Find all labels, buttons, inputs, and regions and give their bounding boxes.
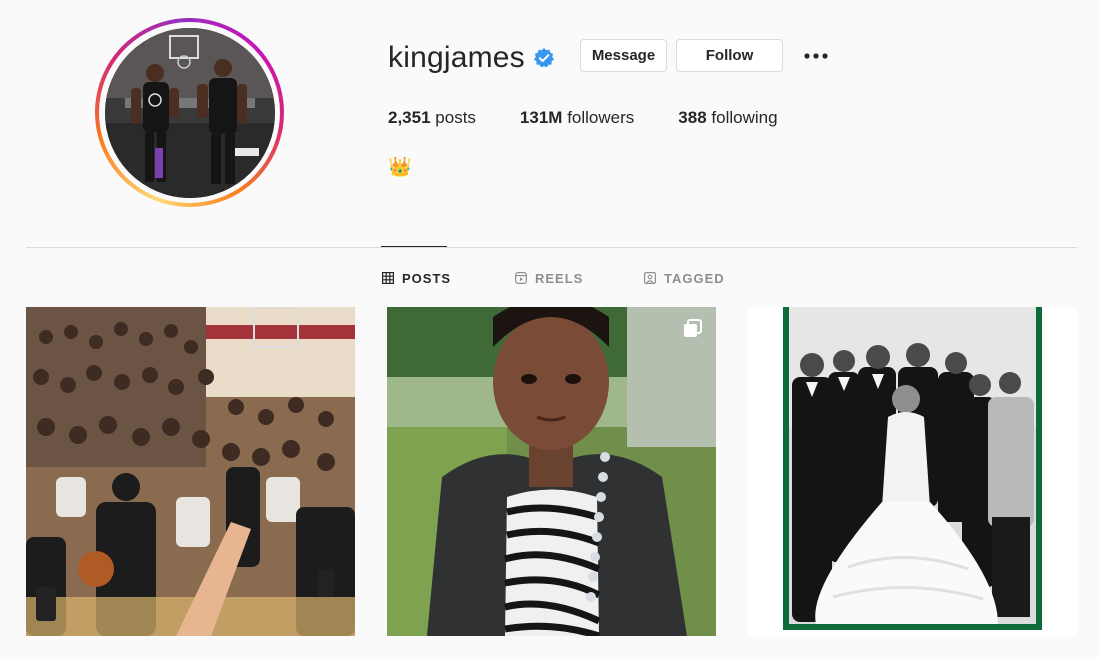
followers-stat[interactable]: 131M followers — [520, 108, 634, 128]
tab-reels[interactable]: REELS — [515, 270, 583, 286]
username: kingjames — [388, 41, 525, 74]
more-options-icon[interactable] — [800, 44, 832, 68]
tabs-divider — [26, 247, 1077, 248]
posts-count: 2,351 — [388, 108, 431, 127]
reels-icon — [515, 272, 527, 284]
crowd-court-photo — [26, 307, 355, 636]
story-ring[interactable] — [95, 18, 284, 207]
profile-stats: 2,351 posts 131M followers 388 following — [388, 108, 822, 128]
username-row: kingjames — [388, 38, 555, 78]
avatar-photo — [104, 27, 275, 198]
following-stat[interactable]: 388 following — [678, 108, 777, 128]
grid-icon — [382, 272, 394, 284]
post-tile[interactable] — [26, 307, 355, 636]
child-portrait-photo — [387, 307, 716, 636]
follow-button[interactable]: Follow — [676, 39, 783, 72]
profile-page: kingjames Message Follow 2,351 posts 131… — [0, 0, 1100, 657]
posts-stat: 2,351 posts — [388, 108, 476, 128]
verified-badge-icon — [533, 47, 555, 69]
post-tile[interactable] — [748, 307, 1077, 636]
tab-posts-label: POSTS — [402, 270, 452, 286]
following-count: 388 — [678, 108, 707, 127]
posts-label: posts — [435, 108, 476, 127]
active-tab-indicator — [381, 246, 447, 247]
avatar[interactable] — [104, 27, 275, 198]
post-tile[interactable] — [387, 307, 716, 636]
tab-posts[interactable]: POSTS — [382, 270, 451, 286]
followers-label: followers — [567, 108, 635, 127]
tab-tagged[interactable]: TAGGED — [644, 270, 725, 286]
tab-reels-label: REELS — [535, 270, 584, 286]
wedding-group-photo — [748, 307, 1077, 636]
following-label: following — [711, 108, 778, 127]
tagged-icon — [644, 272, 656, 284]
tab-tagged-label: TAGGED — [664, 270, 725, 286]
message-button[interactable]: Message — [580, 39, 667, 72]
followers-count: 131M — [519, 108, 563, 127]
bio: 👑 — [388, 157, 412, 178]
